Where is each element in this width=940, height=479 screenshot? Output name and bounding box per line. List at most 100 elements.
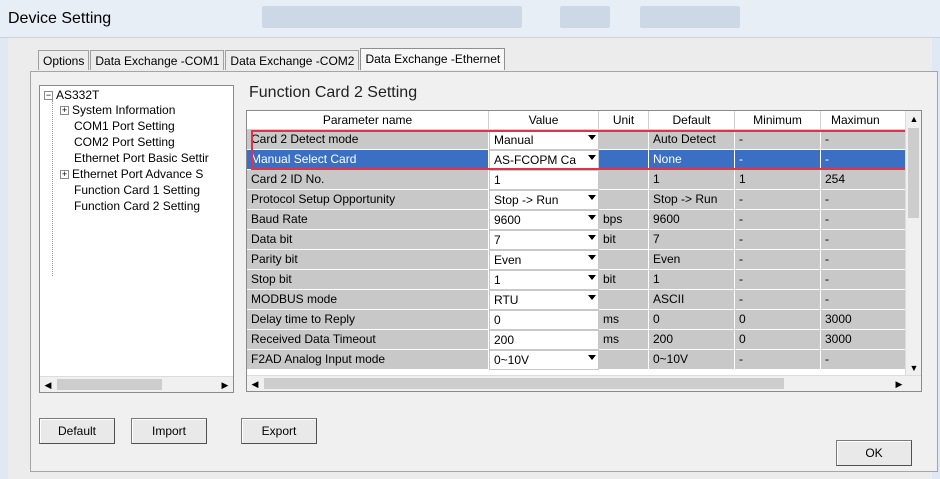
minimum-cell: - [735, 150, 821, 170]
value-cell[interactable]: Even [489, 250, 599, 270]
default-cell: 9600 [649, 210, 735, 230]
table-row[interactable]: Parity bit Even Even - - [247, 250, 907, 270]
tree-horizontal-scrollbar[interactable]: ◀ ▶ [40, 376, 233, 392]
dropdown-arrow-icon[interactable] [588, 255, 596, 260]
scroll-left-icon[interactable]: ◀ [40, 377, 56, 392]
maximum-cell: - [821, 150, 907, 170]
table-row[interactable]: Manual Select Card AS-FCOPM Ca None - - [247, 150, 907, 170]
value-cell[interactable]: 0 [489, 310, 599, 330]
scroll-down-icon[interactable]: ▼ [906, 360, 921, 376]
dropdown-arrow-icon[interactable] [588, 155, 596, 160]
grid-vertical-scrollbar[interactable]: ▲ ▼ [905, 111, 921, 376]
param-name-cell: Delay time to Reply [247, 310, 489, 330]
tab-data-exchange-com2[interactable]: Data Exchange -COM2 [225, 50, 360, 70]
tree-item-com1-port-setting[interactable]: COM1 Port Setting [74, 119, 175, 133]
dropdown-arrow-icon[interactable] [588, 135, 596, 140]
value-cell[interactable]: 9600 [489, 210, 599, 230]
unit-cell [599, 290, 649, 310]
value-cell[interactable]: 200 [489, 330, 599, 350]
tab-data-exchange-com1[interactable]: Data Exchange -COM1 [90, 50, 225, 70]
tree-item-com2-port-setting[interactable]: COM2 Port Setting [74, 135, 175, 149]
dropdown-arrow-icon[interactable] [588, 215, 596, 220]
table-row[interactable]: Stop bit 1 bit 1- - [247, 270, 907, 290]
default-cell: Even [649, 250, 735, 270]
value-cell[interactable]: Manual [489, 130, 599, 150]
dropdown-arrow-icon[interactable] [588, 235, 596, 240]
device-setting-window: Device Setting Options Data Exchange -CO… [0, 0, 940, 479]
header-parameter-name[interactable]: Parameter name [247, 111, 489, 130]
minimum-cell: - [735, 190, 821, 210]
tree-root[interactable]: − AS332T [44, 88, 99, 102]
import-button[interactable]: Import [131, 418, 207, 444]
value-cell[interactable]: AS-FCOPM Ca [489, 150, 599, 170]
value-cell[interactable]: RTU [489, 290, 599, 310]
scroll-thumb[interactable] [264, 378, 784, 389]
header-unit[interactable]: Unit [599, 111, 649, 130]
dropdown-arrow-icon[interactable] [588, 195, 596, 200]
default-cell: 0~10V [649, 350, 735, 370]
param-name-cell: F2AD Analog Input mode [247, 350, 489, 370]
collapse-icon[interactable]: − [44, 91, 53, 100]
header-maximum[interactable]: Maximun [821, 111, 907, 130]
tree-item-ethernet-port-basic[interactable]: Ethernet Port Basic Settir [74, 151, 209, 165]
options-panel: − AS332T + System Information COM1 Port Se… [30, 71, 938, 472]
param-name-cell: Data bit [247, 230, 489, 250]
tree-item-system-information[interactable]: + System Information [60, 103, 175, 117]
dropdown-arrow-icon[interactable] [588, 275, 596, 280]
default-cell: 200 [649, 330, 735, 350]
scroll-thumb[interactable] [57, 379, 162, 390]
tree-item-ethernet-port-advance[interactable]: + Ethernet Port Advance S [60, 167, 203, 181]
table-row[interactable]: Delay time to Reply 0 ms 0 0 3000 [247, 310, 907, 330]
table-row[interactable]: Protocol Setup Opportunity Stop -> Run Sto… [247, 190, 907, 210]
default-button[interactable]: Default [39, 418, 115, 444]
scroll-right-icon[interactable]: ▶ [891, 376, 907, 391]
value-cell[interactable]: 1 [489, 170, 599, 190]
table-row[interactable]: Card 2 Detect mode Manual Auto Detect - - [247, 130, 907, 150]
minimum-cell: - [735, 210, 821, 230]
value-cell[interactable]: 7 [489, 230, 599, 250]
unit-cell: ms [599, 330, 649, 350]
tab-data-exchange-ethernet[interactable]: Data Exchange -Ethernet [360, 48, 506, 70]
value-cell[interactable]: 1 [489, 270, 599, 290]
maximum-cell: - [821, 290, 907, 310]
tab-options[interactable]: Options [38, 50, 90, 70]
param-name-cell: Parity bit [247, 250, 489, 270]
minimum-cell: - [735, 230, 821, 250]
minimum-cell: - [735, 130, 821, 150]
header-minimum[interactable]: Minimum [735, 111, 821, 130]
param-name-cell: Protocol Setup Opportunity [247, 190, 489, 210]
value-cell[interactable]: Stop -> Run [489, 190, 599, 210]
param-name-cell: MODBUS mode [247, 290, 489, 310]
param-name-cell: Stop bit [247, 270, 489, 290]
ok-button[interactable]: OK [836, 440, 912, 466]
scroll-thumb[interactable] [908, 128, 919, 218]
maximum-cell: - [821, 130, 907, 150]
maximum-cell: - [821, 210, 907, 230]
dropdown-arrow-icon[interactable] [588, 355, 596, 360]
grid-header: Parameter name Value Unit Default Minimu… [247, 111, 907, 130]
expand-icon[interactable]: + [60, 170, 69, 179]
export-button[interactable]: Export [241, 418, 317, 444]
header-value[interactable]: Value [489, 111, 599, 130]
default-cell: 0 [649, 310, 735, 330]
scroll-right-icon[interactable]: ▶ [217, 377, 233, 392]
header-default[interactable]: Default [649, 111, 735, 130]
table-row[interactable]: Card 2 ID No. 1 1 1 254 [247, 170, 907, 190]
title-bar: Device Setting [0, 0, 940, 38]
dropdown-arrow-icon[interactable] [588, 295, 596, 300]
value-cell[interactable]: 0~10V [489, 350, 599, 370]
section-title: Function Card 2 Setting [249, 84, 418, 101]
expand-icon[interactable]: + [60, 106, 69, 115]
unit-cell [599, 190, 649, 210]
tree-item-function-card-2[interactable]: Function Card 2 Setting [74, 199, 200, 213]
table-row[interactable]: Received Data Timeout 200 ms 200 0 3000 [247, 330, 907, 350]
scroll-left-icon[interactable]: ◀ [247, 376, 263, 391]
table-row[interactable]: Baud Rate 9600 bps 9600- - [247, 210, 907, 230]
table-row[interactable]: Data bit 7 bit 7- - [247, 230, 907, 250]
scroll-up-icon[interactable]: ▲ [906, 111, 921, 127]
tree-item-function-card-1[interactable]: Function Card 1 Setting [74, 183, 200, 197]
grid-horizontal-scrollbar[interactable]: ◀ ▶ [247, 375, 921, 391]
table-row[interactable]: F2AD Analog Input mode 0~10V 0~10V - - [247, 350, 907, 370]
tab-strip: Options Data Exchange -COM1 Data Exchang… [38, 48, 506, 72]
table-row[interactable]: MODBUS mode RTU ASCII - - [247, 290, 907, 310]
